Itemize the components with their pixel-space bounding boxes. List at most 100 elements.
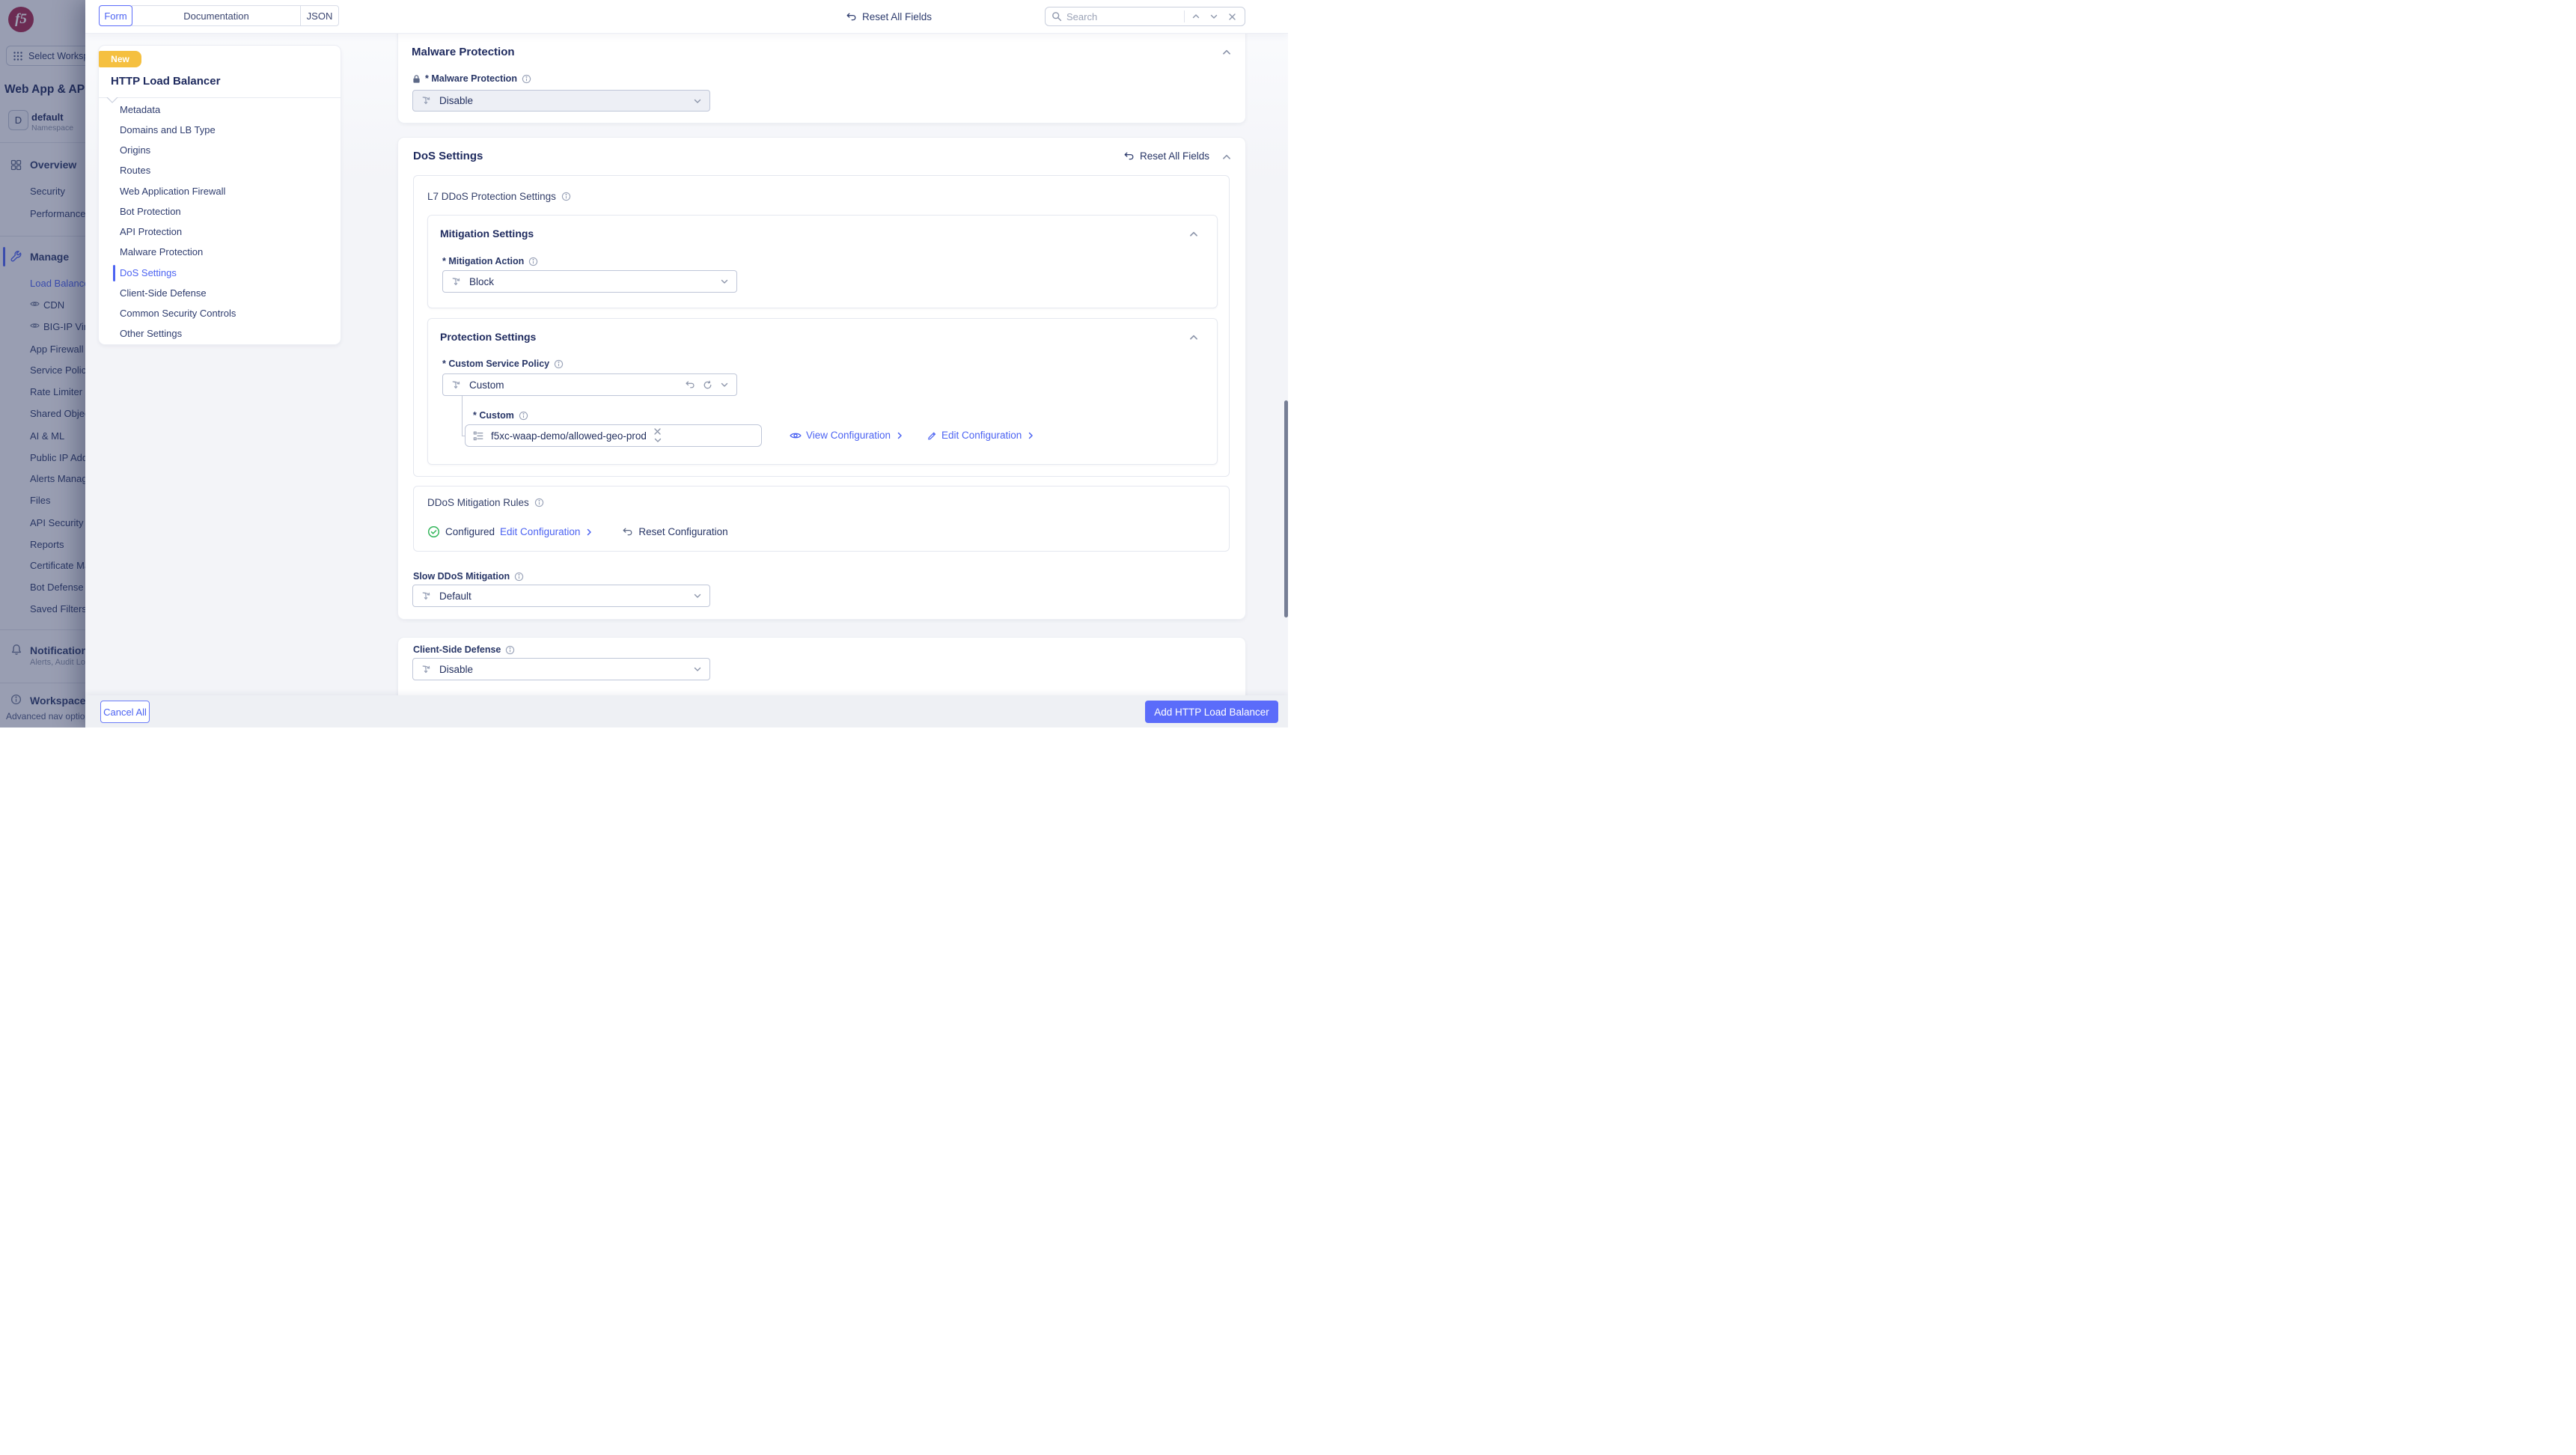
nav-item-origins[interactable]: Origins [120,144,150,158]
custom-policy-select[interactable]: f5xc-waap-demo/allowed-geo-prod [465,424,762,447]
csd-label: Client-Side Defense [413,644,501,655]
nav-item-waf[interactable]: Web Application Firewall [120,186,225,199]
undo-icon [1123,150,1135,162]
search-prev-button[interactable] [1189,10,1203,23]
view-configuration-label: View Configuration [806,430,891,441]
slow-ddos-label: Slow DDoS Mitigation [413,571,510,582]
chevron-down-icon [653,436,662,445]
csp-select[interactable]: Custom [442,373,737,396]
inheritance-branch-icon [421,95,432,106]
chevron-down-icon [693,591,702,600]
nav-item-other-settings[interactable]: Other Settings [120,328,182,341]
malware-protection-value: Disable [439,95,473,106]
search-input[interactable] [1066,11,1179,22]
malware-field-label: * Malware Protection [425,73,517,84]
chevron-right-icon [585,528,593,537]
pencil-icon [927,430,937,441]
search-divider [1184,10,1185,22]
csd-select[interactable]: Disable [412,658,710,680]
slow-ddos-label-row: Slow DDoS Mitigation [413,571,524,582]
form-footer: Cancel All Add HTTP Load Balancer [85,695,1288,728]
ddos-rules-reset-configuration-button[interactable]: Reset Configuration [622,526,727,537]
view-configuration-link[interactable]: View Configuration [790,430,904,441]
nav-item-bot-protection[interactable]: Bot Protection [120,206,181,219]
form-title: HTTP Load Balancer [111,75,220,88]
info-icon[interactable] [554,359,564,369]
nav-item-common-security-controls[interactable]: Common Security Controls [120,308,236,321]
dos-section-title: DoS Settings [413,150,483,162]
refresh-icon[interactable] [703,380,712,390]
nav-active-indicator [113,265,115,281]
policy-object-icon [473,431,484,441]
csd-label-row: Client-Side Defense [413,644,515,655]
ddos-rules-title-row: DDoS Mitigation Rules [427,497,544,508]
nav-item-routes[interactable]: Routes [120,165,150,178]
form-section-nav: New HTTP Load Balancer Metadata Domains … [99,46,341,344]
nav-item-client-side-defense[interactable]: Client-Side Defense [120,287,207,301]
dos-reset-all-fields-button[interactable]: Reset All Fields [1123,150,1209,162]
custom-policy-value: f5xc-waap-demo/allowed-geo-prod [491,430,647,442]
slow-ddos-value: Default [439,591,471,602]
new-badge: New [99,51,141,67]
nav-item-malware-protection[interactable]: Malware Protection [120,246,203,260]
ddos-rules-edit-configuration-link[interactable]: Edit Configuration [500,526,593,537]
custom-label: * Custom [473,410,514,421]
nav-item-dos-settings[interactable]: DoS Settings [120,267,177,281]
collapse-chevron-up-icon[interactable] [1188,332,1199,343]
dos-reset-all-fields-label: Reset All Fields [1140,150,1209,162]
l7-title: L7 DDoS Protection Settings [427,191,556,202]
custom-label-row: * Custom [473,410,528,421]
ddos-rules-status-row: Configured Edit Configuration [427,525,728,538]
tab-form[interactable]: Form [99,5,132,26]
malware-protection-select[interactable]: Disable [412,90,710,112]
scrollbar-thumb[interactable] [1284,400,1288,617]
dos-settings-section: DoS Settings Reset All Fields L7 DDoS [398,138,1245,619]
malware-field-label-row: * Malware Protection [412,73,531,84]
inheritance-branch-icon [421,591,432,602]
collapse-chevron-up-icon[interactable] [1221,47,1232,58]
ddos-rules-status: Configured [445,526,495,537]
nav-item-api-protection[interactable]: API Protection [120,226,182,240]
info-icon[interactable] [505,645,515,655]
info-icon[interactable] [522,74,531,84]
collapse-notch-icon[interactable] [106,97,118,104]
mitigation-settings-card: Mitigation Settings * Mitigation Action [427,215,1218,308]
search-icon [1052,11,1062,22]
search-close-button[interactable] [1225,10,1239,23]
clear-icon[interactable] [653,427,662,436]
ddos-mitigation-rules-card: DDoS Mitigation Rules Configured [413,486,1230,552]
eye-icon [790,431,802,440]
collapse-chevron-up-icon[interactable] [1188,229,1199,240]
info-icon[interactable] [534,498,544,507]
search-next-button[interactable] [1207,10,1221,23]
mitigation-settings-title: Mitigation Settings [440,228,534,240]
form-panel: Form Documentation JSON Reset All Fields [85,0,1288,728]
l7-title-row: L7 DDoS Protection Settings [427,191,571,202]
tab-documentation[interactable]: Documentation [132,5,301,26]
slow-ddos-select[interactable]: Default [412,585,710,607]
edit-configuration-link[interactable]: Edit Configuration [927,430,1035,441]
add-http-load-balancer-button[interactable]: Add HTTP Load Balancer [1145,701,1278,723]
form-topbar: Form Documentation JSON Reset All Fields [85,0,1288,33]
info-icon[interactable] [519,411,528,421]
reset-all-fields-label: Reset All Fields [862,11,932,22]
collapse-chevron-up-icon[interactable] [1221,152,1232,162]
nav-item-metadata[interactable]: Metadata [120,104,160,118]
undo-icon[interactable] [685,379,695,390]
mitigation-action-select[interactable]: Block [442,270,737,293]
reset-all-fields-button[interactable]: Reset All Fields [846,0,932,33]
modal-dim-overlay [0,0,85,728]
ddos-rules-edit-label: Edit Configuration [500,526,580,537]
info-icon[interactable] [528,257,538,266]
screen: f5 Select Workspace Web App & API Protec… [0,0,1288,728]
mitigation-action-label-row: * Mitigation Action [442,256,538,266]
tab-json[interactable]: JSON [300,5,339,26]
info-icon[interactable] [561,192,571,201]
ddos-rules-reset-label: Reset Configuration [638,526,727,537]
chevron-right-icon [1026,431,1035,440]
form-nav-divider [99,97,341,98]
nav-item-domains-lb-type[interactable]: Domains and LB Type [120,124,216,138]
inheritance-branch-icon [421,664,432,675]
cancel-all-button[interactable]: Cancel All [100,701,150,723]
info-icon[interactable] [514,572,524,582]
